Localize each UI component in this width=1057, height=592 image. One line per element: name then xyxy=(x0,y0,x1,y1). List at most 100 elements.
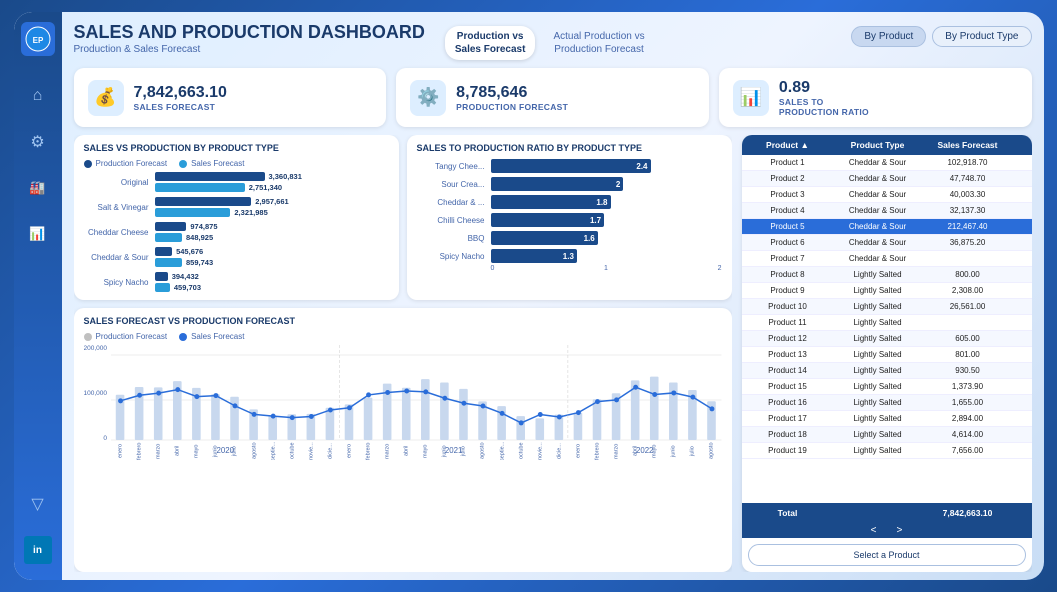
ratio-chart-row: BBQ 1.6 xyxy=(417,231,722,245)
month-label: junio xyxy=(206,442,225,460)
month-label: julio xyxy=(454,442,473,460)
month-label: enero xyxy=(340,442,359,460)
left-column: SALES VS PRODUCTION BY PRODUCT TYPE Prod… xyxy=(74,135,732,572)
bar-chart-row: Cheddar & Sour 545,676 859,743 xyxy=(84,247,389,267)
month-label: febrero xyxy=(359,442,378,460)
app-logo: EP xyxy=(21,22,55,56)
month-label: febrero xyxy=(588,442,607,460)
bar-chart-row: Cheddar Cheese 974,875 848,925 xyxy=(84,222,389,242)
ratio-axis: 012 xyxy=(417,265,722,272)
table-row[interactable]: Product 5 Cheddar & Sour 212,467.40 xyxy=(742,219,1032,235)
table-row[interactable]: Product 9 Lightly Salted 2,308.00 xyxy=(742,283,1032,299)
home-icon[interactable]: ⌂ xyxy=(24,82,52,110)
bar-chart: Original 3,360,831 2,751,340 Salt & Vine… xyxy=(84,172,389,292)
table-row[interactable]: Product 11 Lightly Salted xyxy=(742,315,1032,331)
table-row[interactable]: Product 13 Lightly Salted 801.00 xyxy=(742,347,1032,363)
table-row[interactable]: Product 17 Lightly Salted 2,894.00 xyxy=(742,411,1032,427)
table-row[interactable]: Product 16 Lightly Salted 1,655.00 xyxy=(742,395,1032,411)
bar-chart-row: Spicy Nacho 394,432 459,703 xyxy=(84,272,389,292)
table-row[interactable]: Product 10 Lightly Salted 26,561.00 xyxy=(742,299,1032,315)
month-label: agosto xyxy=(473,442,492,460)
month-label: novie... xyxy=(302,442,321,460)
tab-actual-vs-prod[interactable]: Actual Production vs Production Forecast xyxy=(543,26,654,60)
filter-icon[interactable]: ▽ xyxy=(24,490,52,518)
table-row[interactable]: Product 12 Lightly Salted 605.00 xyxy=(742,331,1032,347)
month-label: octube xyxy=(283,442,302,460)
kpi-prod-value: 8,785,646 xyxy=(456,83,568,102)
table-row[interactable]: Product 15 Lightly Salted 1,373.90 xyxy=(742,379,1032,395)
kpi-ratio: 📊 0.89 SALES TO PRODUCTION RATIO xyxy=(719,68,1032,127)
right-column: Product ▲ Product Type Sales Forecast Pr… xyxy=(742,135,1032,572)
tab-prod-vs-sales[interactable]: Production vs Sales Forecast xyxy=(445,26,536,60)
content-grid: SALES VS PRODUCTION BY PRODUCT TYPE Prod… xyxy=(74,135,1032,572)
kpi-sales-value: 7,842,663.10 xyxy=(134,83,227,102)
ratio-chart-row: Tangy Chee... 2.4 xyxy=(417,159,722,173)
table-row[interactable]: Product 7 Cheddar & Sour xyxy=(742,251,1032,267)
table-row[interactable]: Product 3 Cheddar & Sour 40,003.30 xyxy=(742,187,1032,203)
kpi-row: 💰 7,842,663.10 SALES FORECAST ⚙️ 8,785,6… xyxy=(74,68,1032,127)
table-body[interactable]: Product 1 Cheddar & Sour 102,918.70 Prod… xyxy=(742,155,1032,503)
table-header: Product ▲ Product Type Sales Forecast xyxy=(742,135,1032,155)
month-label: enero xyxy=(111,442,130,460)
month-label: abril xyxy=(626,442,645,460)
bar-chart-row: Original 3,360,831 2,751,340 xyxy=(84,172,389,192)
month-label: septie... xyxy=(264,442,283,460)
bar-chart-title: SALES VS PRODUCTION BY PRODUCT TYPE xyxy=(84,143,389,153)
month-label: octube xyxy=(512,442,531,460)
select-product-button[interactable]: Select a Product xyxy=(748,544,1026,566)
kpi-ratio-icon: 📊 xyxy=(733,80,769,116)
kpi-sales-icon: 💰 xyxy=(88,80,124,116)
y-label-0: 0 xyxy=(84,435,108,442)
table-row[interactable]: Product 1 Cheddar & Sour 102,918.70 xyxy=(742,155,1032,171)
y-label-100k: 100,000 xyxy=(84,390,108,397)
ratio-chart-row: Cheddar & ... 1.8 xyxy=(417,195,722,209)
kpi-production-forecast: ⚙️ 8,785,646 PRODUCTION FORECAST xyxy=(396,68,709,127)
line-chart-legend: Production Forecast Sales Forecast xyxy=(84,332,722,341)
table-row[interactable]: Product 14 Lightly Salted 930.50 xyxy=(742,363,1032,379)
by-product-button[interactable]: By Product xyxy=(851,26,926,47)
main-content: SALES AND PRODUCTION DASHBOARD Productio… xyxy=(62,12,1044,580)
y-label-200k: 200,000 xyxy=(84,345,108,352)
month-label: agosto xyxy=(245,442,264,460)
kpi-prod-icon: ⚙️ xyxy=(410,80,446,116)
month-label: septie... xyxy=(493,442,512,460)
month-label: dicie... xyxy=(550,442,569,460)
month-label: julio xyxy=(683,442,702,460)
footer-label: Total xyxy=(748,508,828,518)
settings-icon[interactable]: ⚙ xyxy=(24,128,52,156)
table-row[interactable]: Product 6 Cheddar & Sour 36,875.20 xyxy=(742,235,1032,251)
table-row[interactable]: Product 19 Lightly Salted 7,656.00 xyxy=(742,443,1032,459)
bar-chart-legend: Production Forecast Sales Forecast xyxy=(84,159,389,168)
bar-chart-row: Salt & Vinegar 2,957,661 2,321,985 xyxy=(84,197,389,217)
factory-icon[interactable]: 🏭 xyxy=(24,174,52,202)
by-product-type-button[interactable]: By Product Type xyxy=(932,26,1031,47)
table-row[interactable]: Product 18 Lightly Salted 4,614.00 xyxy=(742,427,1032,443)
month-label: mayo xyxy=(645,442,664,460)
month-label: marzo xyxy=(149,442,168,460)
line-chart-card: SALES FORECAST VS PRODUCTION FORECAST Pr… xyxy=(74,308,732,572)
bar-chart-card: SALES VS PRODUCTION BY PRODUCT TYPE Prod… xyxy=(74,135,399,300)
month-label: novie... xyxy=(531,442,550,460)
chart-icon[interactable]: 📊 xyxy=(24,220,52,248)
month-label: junio xyxy=(435,442,454,460)
month-label: abril xyxy=(168,442,187,460)
month-label: marzo xyxy=(607,442,626,460)
table-row[interactable]: Product 8 Lightly Salted 800.00 xyxy=(742,267,1032,283)
month-label: julio xyxy=(225,442,244,460)
month-labels: enerofebreromarzoabrilmayojuniojulioagos… xyxy=(111,442,722,460)
sidebar: EP ⌂ ⚙ 🏭 📊 ▽ in xyxy=(14,12,62,580)
sort-icon[interactable]: ▲ xyxy=(801,140,809,150)
linkedin-icon[interactable]: in xyxy=(24,536,52,564)
ratio-chart-row: Spicy Nacho 1.3 xyxy=(417,249,722,263)
month-label: agosto xyxy=(702,442,721,460)
month-label: mayo xyxy=(187,442,206,460)
scroll-left-arrow[interactable]: < xyxy=(871,525,877,536)
month-label: junio xyxy=(664,442,683,460)
ratio-chart-card: SALES TO PRODUCTION RATIO BY PRODUCT TYP… xyxy=(407,135,732,300)
kpi-prod-label: PRODUCTION FORECAST xyxy=(456,102,568,112)
ratio-chart-row: Chilli Cheese 1.7 xyxy=(417,213,722,227)
table-footer: Total 7,842,663.10 xyxy=(742,503,1032,523)
scroll-right-arrow[interactable]: > xyxy=(897,525,903,536)
table-row[interactable]: Product 2 Cheddar & Sour 47,748.70 xyxy=(742,171,1032,187)
table-row[interactable]: Product 4 Cheddar & Sour 32,137.30 xyxy=(742,203,1032,219)
